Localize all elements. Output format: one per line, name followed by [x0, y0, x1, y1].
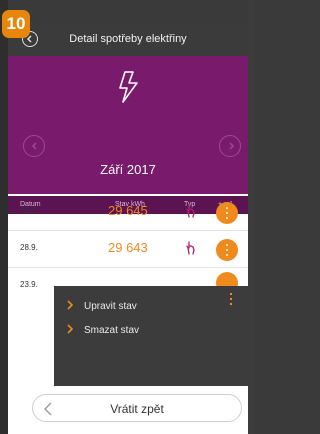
- hand-icon: [186, 241, 195, 255]
- page-title: Detail spotřeby elektřiny: [69, 33, 187, 45]
- go-back-button[interactable]: Vrátit zpět: [32, 394, 242, 422]
- table-row[interactable]: 29.9. 29 645: [8, 194, 248, 231]
- menu-item-delete[interactable]: Smazat stav: [54, 318, 248, 342]
- chevron-right-icon: [67, 324, 74, 334]
- row-value: 29 645: [108, 203, 148, 218]
- step-badge: 10: [2, 10, 30, 38]
- device-frame-left: [0, 0, 8, 434]
- previous-month-button[interactable]: [23, 135, 45, 157]
- table-row[interactable]: 28.9. 29 643: [8, 231, 248, 268]
- device-frame-right: [248, 0, 254, 434]
- month-label: Září 2017: [100, 162, 156, 177]
- menu-item-label: Upravit stav: [84, 301, 137, 312]
- more-icon: [226, 207, 228, 219]
- row-date: 29.9.: [20, 206, 38, 215]
- more-icon: [226, 244, 228, 256]
- menu-item-edit[interactable]: Upravit stav: [54, 294, 248, 318]
- period-header: Září 2017 Datum Stav kWh Typ + m²: [8, 56, 248, 214]
- chevron-right-icon: [67, 300, 74, 310]
- row-value: 29 643: [108, 240, 148, 255]
- go-back-label: Vrátit zpět: [110, 402, 164, 416]
- row-more-button[interactable]: [216, 239, 238, 261]
- top-bar: Detail spotřeby elektřiny: [8, 24, 248, 56]
- row-more-button[interactable]: [216, 202, 238, 224]
- menu-item-label: Smazat stav: [84, 325, 140, 336]
- context-menu: Upravit stav Smazat stav: [54, 286, 248, 386]
- row-date: 23.9.: [20, 280, 38, 289]
- hand-icon: [186, 204, 195, 218]
- row-date: 28.9.: [20, 243, 38, 252]
- next-month-button[interactable]: [219, 135, 241, 157]
- app-screen: Detail spotřeby elektřiny Září 2017 Datu…: [8, 24, 248, 434]
- lightning-icon: [119, 71, 138, 103]
